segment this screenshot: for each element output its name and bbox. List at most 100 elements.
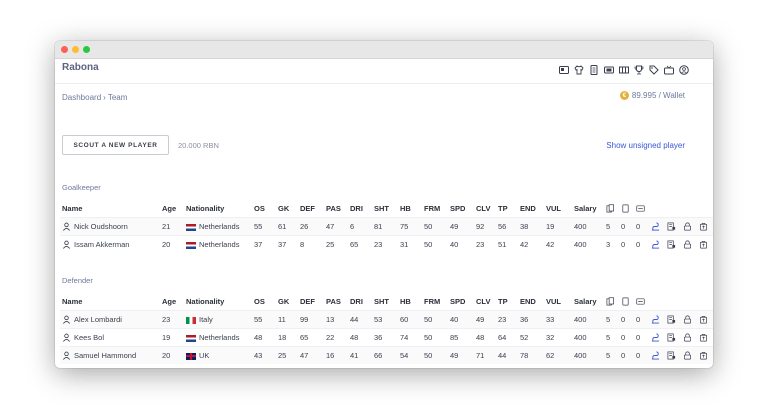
- player-name-cell[interactable]: Nick Oudshoorn: [60, 217, 160, 236]
- column-header-def[interactable]: DEF: [298, 199, 324, 218]
- train-action[interactable]: [649, 310, 665, 329]
- contract-icon[interactable]: [667, 222, 676, 231]
- column-header-frm[interactable]: FRM: [422, 199, 448, 218]
- lock-action[interactable]: [681, 346, 697, 364]
- show-unsigned-player-link[interactable]: Show unsigned player: [606, 141, 685, 150]
- column-header-clv[interactable]: CLV: [474, 292, 496, 311]
- contract-action[interactable]: [665, 235, 681, 253]
- lock-icon[interactable]: [683, 333, 692, 342]
- train-action[interactable]: [649, 235, 665, 253]
- tag-icon[interactable]: [648, 64, 659, 75]
- column-header-sht[interactable]: SHT: [372, 199, 398, 218]
- contract-action[interactable]: [665, 346, 681, 364]
- sell-action[interactable]: [697, 328, 713, 347]
- document-icon[interactable]: [588, 64, 599, 75]
- player-name-cell[interactable]: Samuel Hammond: [60, 346, 160, 364]
- sell-action[interactable]: [697, 346, 713, 364]
- train-action[interactable]: [649, 328, 665, 347]
- minimize-window-button[interactable]: [72, 46, 79, 53]
- table-row[interactable]: Alex Lombardi 23 Italy 55 11 99 13 44 53 60 50 40 49…: [60, 310, 713, 329]
- lock-action[interactable]: [681, 235, 697, 253]
- lock-icon[interactable]: [683, 222, 692, 231]
- train-action[interactable]: [649, 217, 665, 236]
- lock-action[interactable]: [681, 217, 697, 236]
- player-name-cell[interactable]: Alex Lombardi: [60, 310, 160, 329]
- lock-action[interactable]: [681, 328, 697, 347]
- column-header-end[interactable]: END: [518, 199, 544, 218]
- train-icon[interactable]: [651, 240, 660, 249]
- train-icon[interactable]: [651, 315, 660, 324]
- column-header-tp[interactable]: TP: [496, 292, 518, 311]
- sell-icon[interactable]: [699, 351, 708, 360]
- player-name[interactable]: Nick Oudshoorn: [74, 222, 128, 231]
- train-icon[interactable]: [651, 222, 660, 231]
- lock-icon[interactable]: [683, 315, 692, 324]
- sell-action[interactable]: [697, 217, 713, 236]
- column-header-vul[interactable]: VUL: [544, 292, 572, 311]
- lock-action[interactable]: [681, 310, 697, 329]
- player-name[interactable]: Samuel Hammond: [74, 351, 136, 360]
- contract-icon[interactable]: [667, 240, 676, 249]
- train-icon[interactable]: [651, 333, 660, 342]
- scout-new-player-button[interactable]: SCOUT A NEW PLAYER: [62, 135, 169, 155]
- column-header-hb[interactable]: HB: [398, 199, 422, 218]
- table-row[interactable]: Samuel Hammond 20 UK 43 25 47 16 41 66 54 50 49 71 44…: [60, 346, 713, 364]
- column-header-gk[interactable]: GK: [276, 292, 298, 311]
- sell-action[interactable]: [697, 310, 713, 329]
- column-header-frm[interactable]: FRM: [422, 292, 448, 311]
- player-name[interactable]: Issam Akkerman: [74, 240, 129, 249]
- breadcrumb-dashboard[interactable]: Dashboard: [62, 93, 101, 102]
- column-header-def[interactable]: DEF: [298, 292, 324, 311]
- lock-icon[interactable]: [683, 351, 692, 360]
- player-name-cell[interactable]: Kees Bol: [60, 328, 160, 347]
- column-header-nationality[interactable]: Nationality: [184, 292, 252, 311]
- column-header-pas[interactable]: PAS: [324, 292, 348, 311]
- brand-logo[interactable]: Rabona: [62, 62, 99, 73]
- sell-icon[interactable]: [699, 315, 708, 324]
- column-header-os[interactable]: OS: [252, 292, 276, 311]
- column-header-salary[interactable]: Salary: [572, 292, 604, 311]
- column-header-vul[interactable]: VUL: [544, 199, 572, 218]
- column-header-dri[interactable]: DRI: [348, 199, 372, 218]
- column-header-age[interactable]: Age: [160, 199, 184, 218]
- sell-icon[interactable]: [699, 333, 708, 342]
- player-name[interactable]: Kees Bol: [74, 333, 104, 342]
- contract-icon[interactable]: [667, 333, 676, 342]
- column-header-age[interactable]: Age: [160, 292, 184, 311]
- column-header-clv[interactable]: CLV: [474, 199, 496, 218]
- contract-icon[interactable]: [667, 315, 676, 324]
- contract-action[interactable]: [665, 217, 681, 236]
- trophy-icon[interactable]: [633, 64, 644, 75]
- contract-action[interactable]: [665, 328, 681, 347]
- jersey-icon[interactable]: [573, 64, 584, 75]
- card-icon[interactable]: [558, 64, 569, 75]
- column-header-spd[interactable]: SPD: [448, 292, 474, 311]
- sell-action[interactable]: [697, 235, 713, 253]
- column-header-gk[interactable]: GK: [276, 199, 298, 218]
- player-name-cell[interactable]: Issam Akkerman: [60, 235, 160, 253]
- sell-icon[interactable]: [699, 240, 708, 249]
- film-icon[interactable]: [618, 64, 629, 75]
- wallet-balance[interactable]: € 89.995 / Wallet: [619, 91, 685, 100]
- column-header-os[interactable]: OS: [252, 199, 276, 218]
- column-header-salary[interactable]: Salary: [572, 199, 604, 218]
- table-row[interactable]: Issam Akkerman 20 Netherlands 37 37 8 25 65 23 31…: [60, 235, 713, 253]
- sell-icon[interactable]: [699, 222, 708, 231]
- tv-icon[interactable]: [663, 64, 674, 75]
- account-icon[interactable]: [678, 64, 689, 75]
- column-header-pas[interactable]: PAS: [324, 199, 348, 218]
- column-header-dri[interactable]: DRI: [348, 292, 372, 311]
- column-header-hb[interactable]: HB: [398, 292, 422, 311]
- train-action[interactable]: [649, 346, 665, 364]
- column-header-name[interactable]: Name: [60, 292, 160, 311]
- table-row[interactable]: Nick Oudshoorn 21 Netherlands 55 61 26 47 6 81 75…: [60, 217, 713, 236]
- train-icon[interactable]: [651, 351, 660, 360]
- column-header-name[interactable]: Name: [60, 199, 160, 218]
- ticket-icon[interactable]: [603, 64, 614, 75]
- lock-icon[interactable]: [683, 240, 692, 249]
- contract-icon[interactable]: [667, 351, 676, 360]
- column-header-nationality[interactable]: Nationality: [184, 199, 252, 218]
- table-row[interactable]: Kees Bol 19 Netherlands 48 18 65 22 48 36 74 50 85 4…: [60, 328, 713, 347]
- column-header-spd[interactable]: SPD: [448, 199, 474, 218]
- column-header-end[interactable]: END: [518, 292, 544, 311]
